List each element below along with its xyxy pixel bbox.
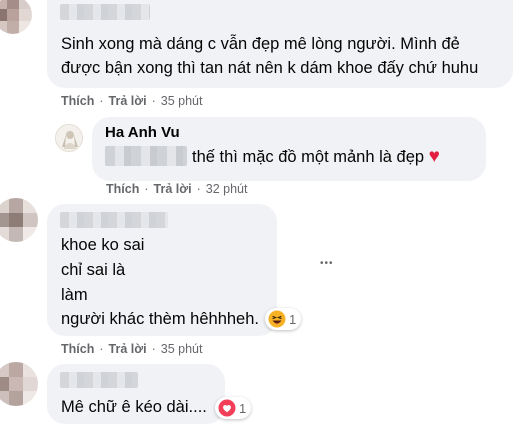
comment-text-line: Mê chữ ê kéo dài.... (61, 398, 207, 416)
avatar[interactable] (0, 362, 38, 406)
separator: · (151, 342, 156, 356)
more-options-icon[interactable]: ••• (320, 258, 334, 269)
author-name-blurred[interactable] (60, 4, 150, 20)
reaction-badge[interactable]: 1 (215, 397, 252, 419)
love-reaction-icon (218, 399, 236, 417)
reaction-count: 1 (289, 311, 297, 327)
like-button[interactable]: Thích (106, 182, 139, 196)
like-button[interactable]: Thích (61, 342, 94, 356)
like-button[interactable]: Thích (61, 94, 94, 108)
reply-button[interactable]: Trả lời (109, 94, 147, 108)
comment-text-line: làm (61, 286, 88, 304)
comment-actions: Thích · Trả lời · 32 phút (106, 182, 247, 196)
comment-actions: Thích · Trả lời · 35 phút (61, 342, 202, 356)
reply-button[interactable]: Trả lời (154, 182, 192, 196)
haha-reaction-icon (268, 310, 286, 328)
comment-text-line: được bận xong thì tan nát nên k dám khoe… (61, 59, 479, 77)
comment-actions: Thích · Trả lời · 35 phút (61, 94, 202, 108)
comment-text: thế thì mặc đồ một mảnh là đẹp ♥ (192, 146, 440, 167)
avatar[interactable] (0, 198, 38, 242)
author-name-blurred[interactable] (60, 372, 138, 388)
avatar[interactable] (0, 0, 32, 34)
comment-text-line: Sinh xong mà dáng c vẫn đẹp mê lòng ngườ… (61, 35, 460, 53)
heart-emoji-icon: ♥ (428, 146, 440, 167)
avatar-ha-anh-vu[interactable] (55, 124, 83, 152)
profile-photo-icon (56, 125, 82, 151)
comment-text-line: chỉ sai là (61, 261, 126, 279)
separator: · (151, 94, 156, 108)
separator: · (196, 182, 201, 196)
timestamp[interactable]: 32 phút (206, 182, 248, 196)
reply-button[interactable]: Trả lời (109, 342, 147, 356)
comment-text-line: người khác thèm hêhhheh. (61, 310, 259, 328)
author-name-blurred[interactable] (60, 212, 168, 228)
tagged-name-blurred[interactable] (105, 146, 187, 166)
timestamp[interactable]: 35 phút (161, 94, 203, 108)
reaction-badge[interactable]: 1 (265, 308, 302, 330)
separator: · (144, 182, 149, 196)
separator: · (99, 342, 104, 356)
comment-text-line: khoe ko sai (61, 236, 145, 254)
separator: · (99, 94, 104, 108)
reaction-count: 1 (239, 400, 247, 416)
author-name[interactable]: Ha Anh Vu (105, 124, 180, 141)
timestamp[interactable]: 35 phút (161, 342, 203, 356)
